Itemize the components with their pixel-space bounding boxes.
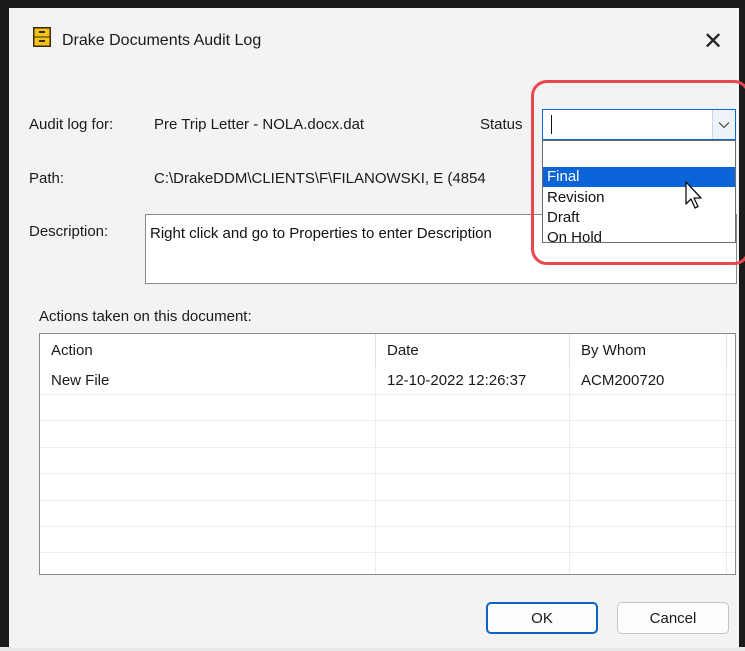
close-icon: ✕ xyxy=(702,27,724,55)
column-gridline xyxy=(726,368,727,574)
column-gridline xyxy=(569,368,570,574)
chevron-down-icon xyxy=(718,121,730,128)
screen-frame-right xyxy=(739,0,745,651)
audit-log-filename: Pre Trip Letter - NOLA.docx.dat xyxy=(154,116,365,133)
screen-frame-left xyxy=(0,0,9,651)
row-gridline xyxy=(40,420,735,421)
actions-label: Actions taken on this document: xyxy=(39,308,252,325)
row-gridline xyxy=(40,447,735,448)
row-gridline xyxy=(40,552,735,553)
column-gridline xyxy=(375,368,376,574)
column-header-action[interactable]: Action xyxy=(40,334,375,368)
audit-log-dialog: Drake Documents Audit Log ✕ Audit log fo… xyxy=(9,8,745,648)
row-gridline xyxy=(40,500,735,501)
status-dropdown-list: Final Revision Draft On Hold xyxy=(542,140,736,246)
path-label: Path: xyxy=(29,170,65,187)
column-header-by-whom[interactable]: By Whom xyxy=(570,334,726,368)
drake-cabinet-icon xyxy=(33,27,51,47)
status-label: Status xyxy=(480,116,523,133)
cell-by-whom: ACM200720 xyxy=(581,372,665,389)
status-option-blank[interactable] xyxy=(543,141,735,167)
ok-button[interactable]: OK xyxy=(486,602,598,634)
column-header-date[interactable]: Date xyxy=(376,334,569,368)
cancel-button[interactable]: Cancel xyxy=(617,602,729,634)
path-value: C:\DrakeDDM\CLIENTS\F\FILANOWSKI, E (485… xyxy=(154,170,486,187)
mouse-pointer-icon xyxy=(685,181,702,209)
status-option-final[interactable]: Final xyxy=(543,167,735,187)
status-dropdown-button[interactable] xyxy=(712,110,735,139)
audit-log-for-label: Audit log for: xyxy=(29,116,114,133)
description-label: Description: xyxy=(29,223,109,240)
screen-frame-top xyxy=(0,0,745,8)
window-title: Drake Documents Audit Log xyxy=(62,32,262,49)
description-text: Right click and go to Properties to ente… xyxy=(150,225,492,242)
status-combobox[interactable] xyxy=(542,109,736,140)
close-button[interactable]: ✕ xyxy=(687,8,739,74)
header-divider xyxy=(726,334,727,368)
cell-action: New File xyxy=(51,372,110,389)
status-option-draft[interactable]: Draft xyxy=(543,208,735,228)
status-option-revision[interactable]: Revision xyxy=(543,188,735,208)
actions-table: Action Date By Whom New File 12-10-2022 … xyxy=(39,333,736,575)
title-bar: Drake Documents Audit Log ✕ xyxy=(9,8,739,74)
row-gridline xyxy=(40,394,735,395)
text-caret xyxy=(551,115,552,134)
cell-date: 12-10-2022 12:26:37 xyxy=(387,372,527,389)
row-gridline xyxy=(40,526,735,527)
row-gridline xyxy=(40,473,735,474)
status-option-on-hold[interactable]: On Hold xyxy=(543,228,735,248)
